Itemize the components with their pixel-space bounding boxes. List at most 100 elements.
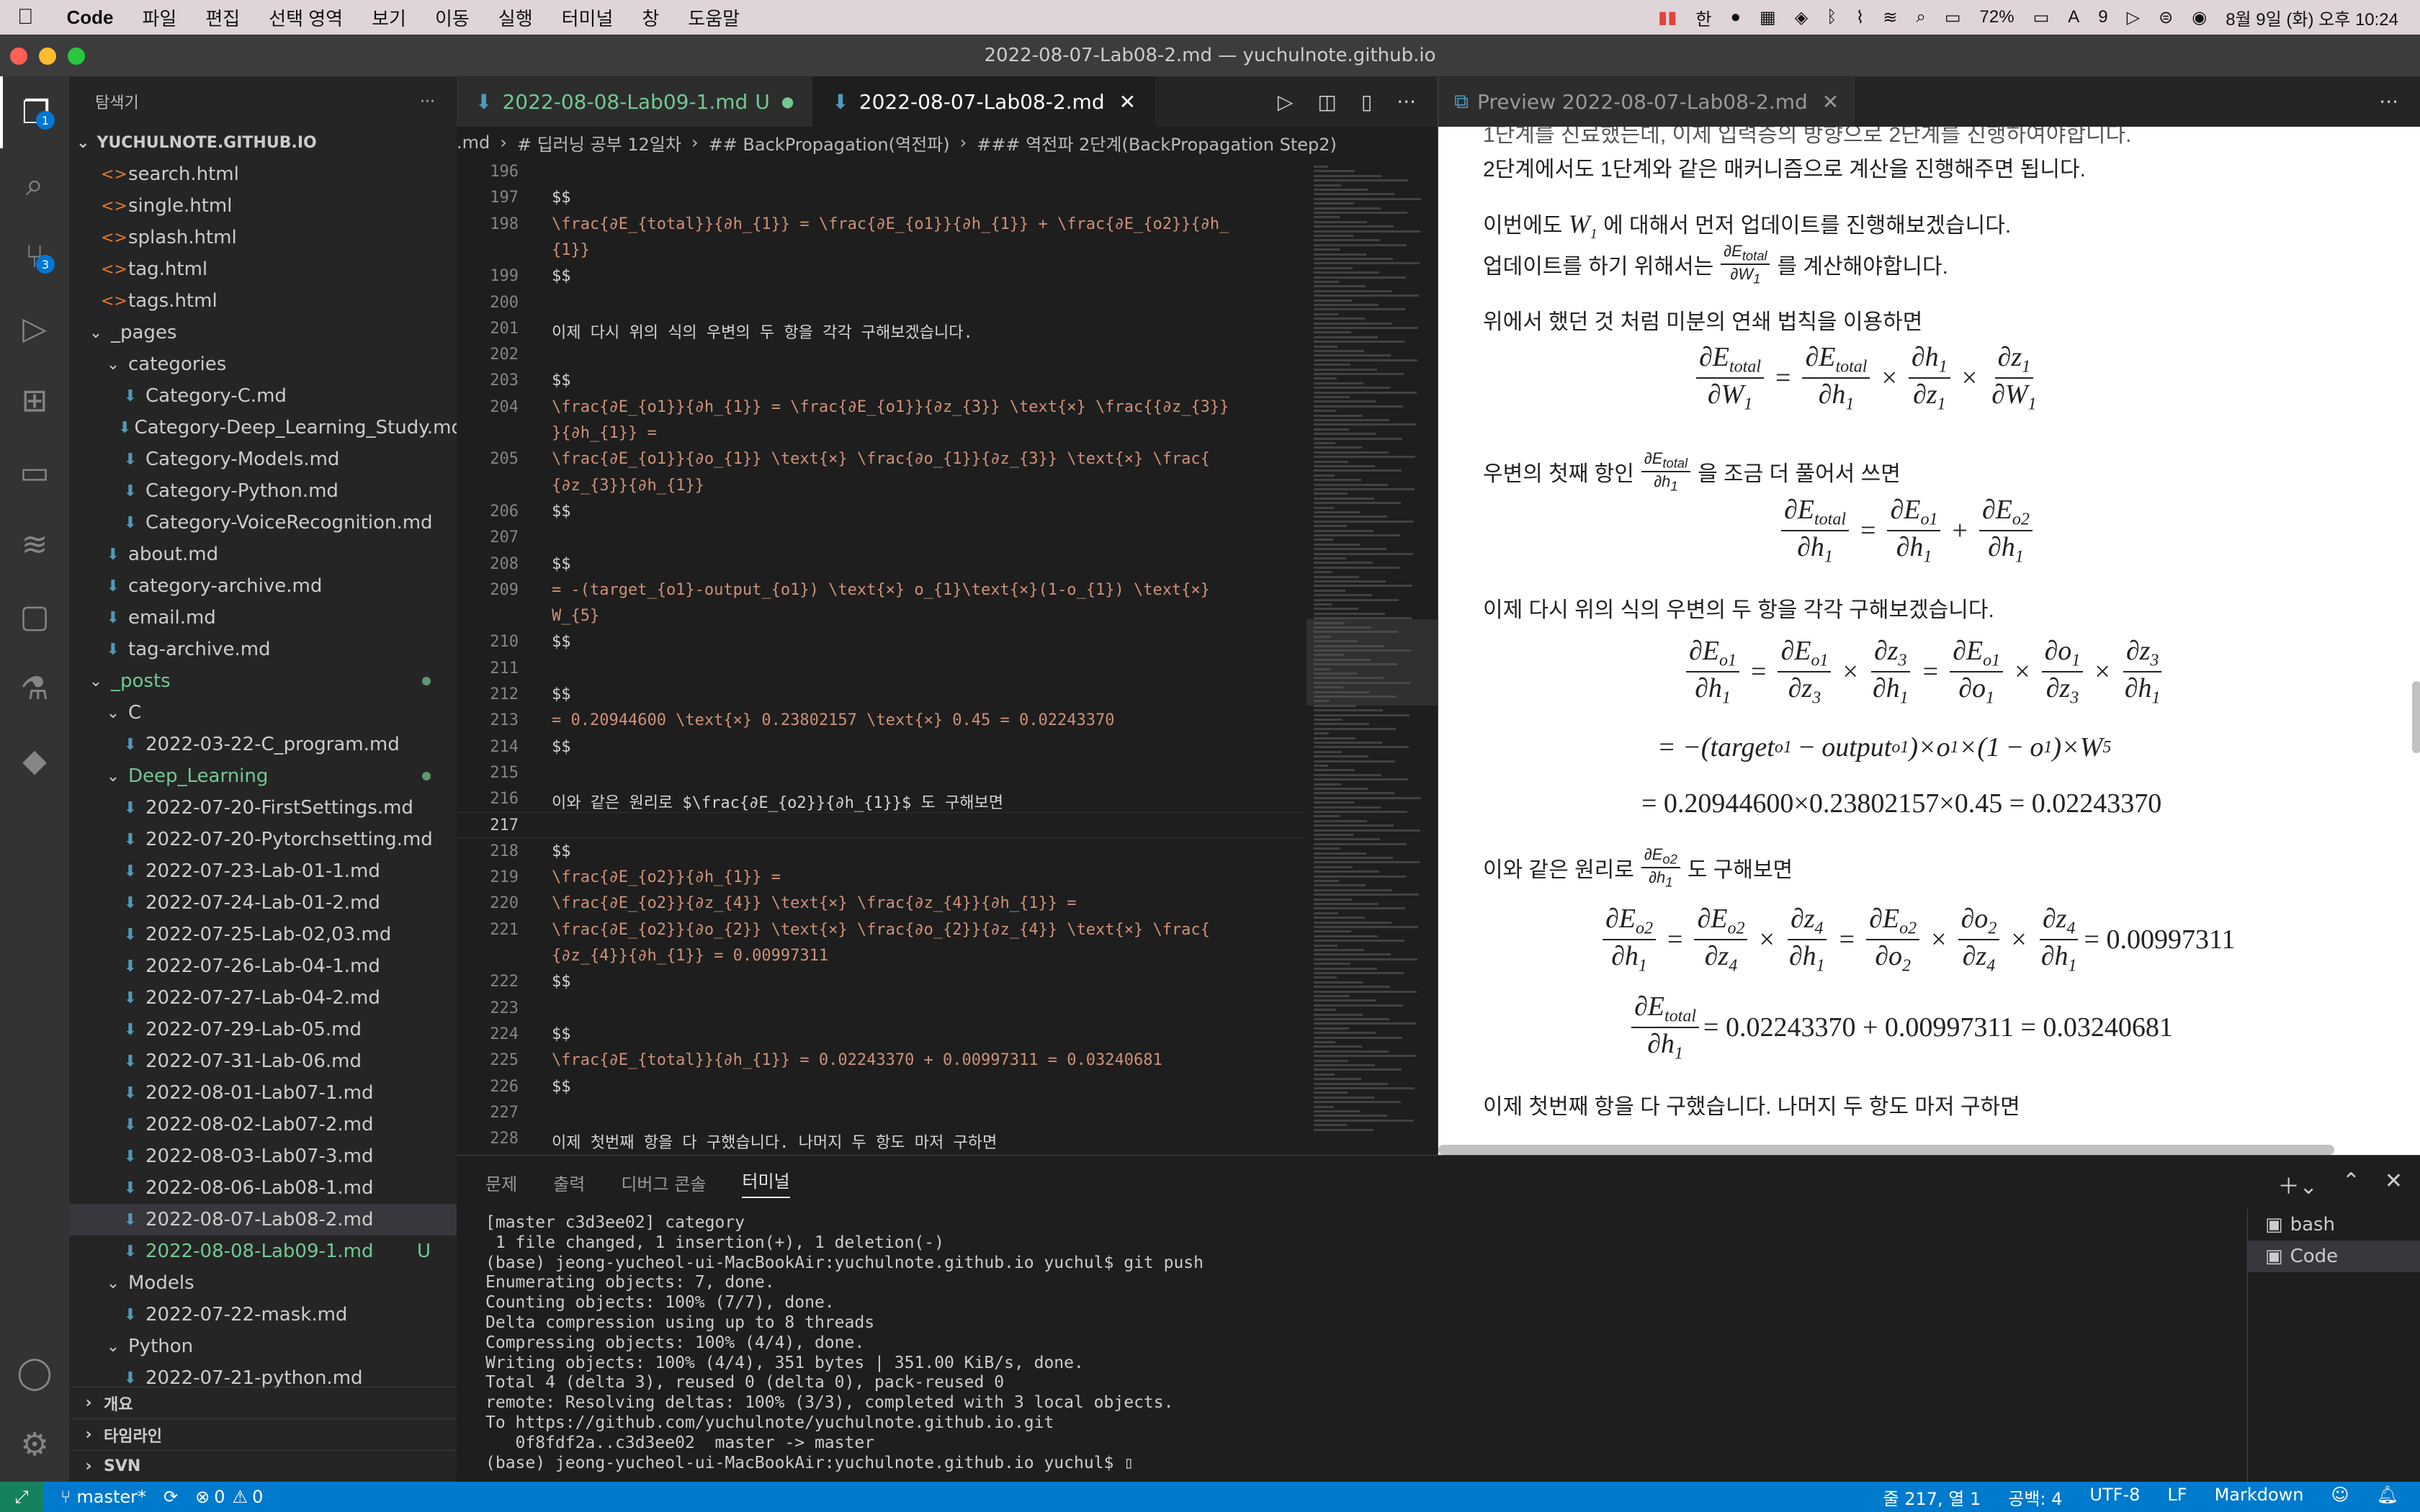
timeline-section[interactable]: › 타임라인 (69, 1418, 457, 1450)
bell-icon[interactable]: 🔔︎ (2377, 1485, 2398, 1510)
search-icon[interactable]: ⌕ (0, 148, 69, 220)
breadcrumb-h2[interactable]: ## BackPropagation(역전파) (709, 130, 950, 156)
tree-folder[interactable]: ⌄ _posts (69, 665, 457, 697)
menu-selection[interactable]: 선택 영역 (269, 4, 343, 31)
menu-go[interactable]: 이동 (435, 4, 470, 31)
more-actions-icon[interactable]: ··· (420, 93, 435, 111)
testing-icon[interactable]: ⚗ (0, 652, 69, 724)
code-line[interactable]: $$ (552, 1078, 571, 1096)
tree-file[interactable]: ⬇ 2022-07-24-Lab-01-2.md (69, 887, 457, 919)
code-line[interactable]: \frac{∂E_{o1}}{∂h_{1}} = \frac{∂E_{o1}}{… (552, 398, 1229, 416)
input-source-icon[interactable]: 한 (1695, 5, 1711, 30)
breadcrumb-h1[interactable]: # 딥러닝 공부 12일차 (517, 130, 681, 156)
folder-icon[interactable]: ▢ (0, 580, 69, 652)
tree-file[interactable]: ⬇ 2022-07-26-Lab-04-1.md (69, 950, 457, 982)
breadcrumb-h3[interactable]: ### 역전파 2단계(BackPropagation Step2) (977, 130, 1337, 156)
outline-section[interactable]: › 개요 (69, 1387, 457, 1418)
tree-file[interactable]: ⬇ Category-C.md (69, 380, 457, 412)
menu-help[interactable]: 도움말 (688, 4, 740, 31)
close-icon[interactable]: ✕ (1822, 90, 1839, 114)
tree-file[interactable]: ⬇ 2022-07-22-mask.md (69, 1299, 457, 1331)
datetime[interactable]: 8월 9일 (화) 오후 10:24 (2226, 5, 2398, 30)
code-line[interactable]: W_{5} (552, 607, 599, 625)
code-line[interactable]: 이제 다시 위의 식의 우변의 두 항을 각각 구해보겠습니다. (552, 320, 973, 343)
close-panel-icon[interactable]: ✕ (2385, 1169, 2403, 1200)
code-line[interactable]: $$ (552, 555, 571, 573)
calendar-badge[interactable]: 9 (2098, 7, 2107, 27)
tree-file[interactable]: ⬇ 2022-08-08-Lab09-1.md U (69, 1236, 457, 1267)
code-line[interactable]: $$ (552, 633, 571, 651)
code-line[interactable]: $$ (552, 685, 571, 703)
terminal-output[interactable]: [master c3d3ee02] category 1 file change… (485, 1213, 1204, 1473)
line-ending[interactable]: LF (2167, 1485, 2187, 1510)
tree-file[interactable]: ⬇ 2022-07-25-Lab-02,03.md (69, 919, 457, 950)
source-control-icon[interactable]: ⑂ 3 (0, 220, 69, 292)
code-line[interactable]: $$ (552, 738, 571, 756)
code-line[interactable]: $$ (552, 842, 571, 860)
tree-file[interactable]: <> splash.html (69, 222, 457, 253)
split-editor-icon[interactable]: ▯ (1361, 90, 1372, 114)
code-line[interactable]: 이제 첫번째 항을 다 구했습니다. 나머지 두 항도 마저 구하면 (552, 1130, 997, 1153)
tree-file[interactable]: ⬇ 2022-07-29-Lab-05.md (69, 1014, 457, 1045)
docker-icon[interactable]: ◆ (0, 724, 69, 796)
warning-count[interactable]: 0 (252, 1487, 263, 1507)
record-icon[interactable]: ▮▮ (1658, 7, 1677, 28)
wifi-icon[interactable]: ≋ (1883, 7, 1897, 28)
tree-folder[interactable]: ⌄ Deep_Learning (69, 760, 457, 792)
terminal-item-code[interactable]: ▣ Code (2248, 1241, 2420, 1272)
tree-file[interactable]: ⬇ 2022-07-20-FirstSettings.md (69, 792, 457, 824)
display-icon[interactable]: ▭ (1945, 7, 1961, 28)
tree-file[interactable]: ⬇ 2022-07-20-Pytorchsetting.md (69, 824, 457, 855)
play-icon[interactable]: ▷ (2127, 7, 2140, 28)
run-debug-icon[interactable]: ▷ (0, 292, 69, 364)
tree-file[interactable]: <> tag.html (69, 253, 457, 285)
run-icon[interactable]: ▷ (1278, 90, 1294, 114)
tree-folder[interactable]: ⌄ Models (69, 1267, 457, 1299)
battery-icon[interactable]: ▭ (2033, 7, 2050, 28)
tab-preview[interactable]: ⧉ Preview 2022-08-07-Lab08-2.md ✕ (1438, 76, 1855, 127)
tree-file[interactable]: ⬇ category-archive.md (69, 570, 457, 602)
cursor-position[interactable]: 줄 217, 열 1 (1883, 1485, 1981, 1510)
code-line[interactable]: {∂z_{4}}{∂h_{1}} = 0.00997311 (552, 947, 828, 965)
close-icon[interactable]: ✕ (1119, 90, 1136, 114)
zoom-window-button[interactable] (68, 48, 85, 65)
encoding[interactable]: UTF-8 (2089, 1485, 2140, 1510)
tab-lab09-1[interactable]: ⬇ 2022-08-08-Lab09-1.md U ● (457, 76, 814, 127)
layout-icon[interactable]: ▦ (1760, 7, 1776, 28)
svn-icon[interactable]: ≋ (0, 508, 69, 580)
tree-file[interactable]: ⬇ about.md (69, 539, 457, 570)
tree-file[interactable]: ⬇ 2022-08-01-Lab07-1.md (69, 1077, 457, 1109)
branch-name[interactable]: master* (76, 1487, 146, 1507)
tree-folder[interactable]: ⌄ _pages (69, 317, 457, 348)
tree-file[interactable]: ⬇ 2022-07-31-Lab-06.md (69, 1045, 457, 1077)
tree-file[interactable]: ⬇ 2022-07-23-Lab-01-1.md (69, 855, 457, 887)
tree-folder[interactable]: ⌄ Python (69, 1331, 457, 1362)
code-line[interactable]: {1}} (552, 241, 590, 259)
extensions-icon[interactable]: ⊞ (0, 364, 69, 436)
tree-file[interactable]: ⬇ 2022-07-27-Lab-04-2.md (69, 982, 457, 1014)
feedback-icon[interactable]: ☺ (2331, 1485, 2349, 1510)
svn-section[interactable]: › SVN (69, 1450, 457, 1482)
branch-icon[interactable]: ⑂ (60, 1487, 71, 1507)
tree-file[interactable]: ⬇ 2022-08-07-Lab08-2.md (69, 1204, 457, 1236)
menu-edit[interactable]: 편집 (205, 4, 240, 31)
explorer-icon[interactable]: ❐ 1 (0, 76, 69, 148)
tree-file[interactable]: ⬇ Category-Deep_Learning_Study.md (69, 412, 457, 444)
tree-file[interactable]: ⬇ tag-archive.md (69, 634, 457, 665)
code-line[interactable]: $$ (552, 372, 571, 390)
code-line[interactable]: \frac{∂E_{o2}}{∂z_{4}} \text{×} \frac{∂z… (552, 894, 1076, 912)
error-icon[interactable]: ⊗ (195, 1487, 210, 1507)
code-line[interactable]: \frac{∂E_{o2}}{∂o_{2}} \text{×} \frac{∂o… (552, 921, 1210, 939)
code-line[interactable]: $$ (552, 189, 571, 207)
code-line[interactable]: }{∂h_{1}} = (552, 424, 657, 442)
indentation[interactable]: 공백: 4 (2008, 1485, 2062, 1510)
code-line[interactable]: {∂z_{3}}{∂h_{1}} (552, 477, 704, 495)
siri-icon[interactable]: ◉ (2192, 7, 2207, 28)
minimize-window-button[interactable] (39, 48, 56, 65)
code-line[interactable]: $$ (552, 973, 571, 991)
vpn-icon[interactable]: ◈ (1795, 7, 1808, 28)
tree-file[interactable]: ⬇ 2022-08-02-Lab07-2.md (69, 1109, 457, 1140)
breadcrumb-file[interactable]: .md (457, 132, 490, 153)
font-icon[interactable]: A (2068, 7, 2079, 27)
menu-terminal[interactable]: 터미널 (562, 4, 614, 31)
